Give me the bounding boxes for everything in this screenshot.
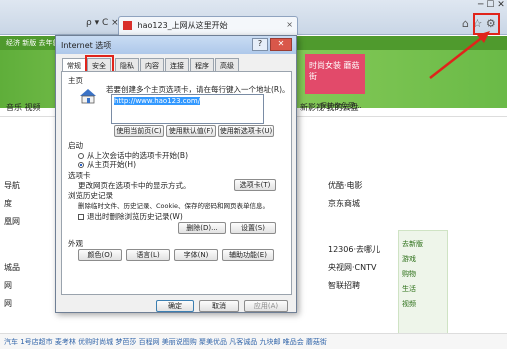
tab-title: hao123_上网从这里开始 [137, 21, 228, 30]
list-item[interactable]: 智联招聘 [328, 280, 360, 291]
window-controls[interactable]: ─ ☐ ✕ [478, 0, 505, 10]
nav-right[interactable]: 新影视 我的云盘 [300, 102, 359, 113]
radio-selected-icon [78, 162, 84, 168]
delete-on-exit-checkbox[interactable]: 退出时删除浏览历史记录(W) [78, 211, 183, 222]
history-description: 删除临时文件、历史记录、Cookie、保存的密码和网页表单信息。 [78, 202, 270, 210]
startup-opt2-label: 从主页开始(H) [87, 160, 136, 169]
cancel-button[interactable]: 取消 [199, 300, 239, 312]
side-item-life[interactable]: 生活 [402, 284, 444, 294]
tools-highlight-box [473, 13, 500, 35]
tab-privacy[interactable]: 隐私 [115, 58, 139, 71]
tab-connections[interactable]: 连接 [165, 58, 189, 71]
fonts-button[interactable]: 字体(N) [174, 249, 218, 261]
home-url-text: http://www.hao123.com/ [114, 97, 201, 105]
tab-general[interactable]: 常规 [62, 58, 86, 72]
side-item-video[interactable]: 视频 [402, 299, 444, 309]
use-current-button[interactable]: 使用当前页(C) [114, 125, 164, 137]
use-default-button[interactable]: 使用默认值(F) [166, 125, 216, 137]
nav-left[interactable]: 音乐 视频 [6, 103, 41, 112]
house-icon [80, 89, 96, 104]
list-item[interactable]: 12306·去哪儿 [328, 244, 380, 255]
list-item[interactable]: 优酷·电影 [328, 180, 363, 191]
startup-option-home[interactable]: 从主页开始(H) [78, 159, 136, 170]
tab-close-icon[interactable]: × [286, 20, 293, 29]
side-panel: 去新版 游戏 购物 生活 视频 [398, 230, 448, 349]
languages-button[interactable]: 语言(L) [126, 249, 170, 261]
history-settings-button[interactable]: 设置(S) [230, 222, 276, 234]
use-new-tab-button[interactable]: 使用新选项卡(U) [218, 125, 274, 137]
bottom-links[interactable]: 汽车 1号店超市 麦考林 优购时尚城 梦芭莎 百程网 美丽说图购 聚美优品 凡客… [0, 333, 507, 349]
internet-options-dialog: Internet 选项 ? ✕ 常规 安全 隐私 内容 连接 程序 高级 主页 … [55, 35, 297, 313]
home-section-label: 主页 [68, 76, 83, 85]
help-button[interactable]: ? [252, 38, 268, 51]
side-item-shopping[interactable]: 购物 [402, 269, 444, 279]
tab-advanced[interactable]: 高级 [215, 58, 239, 71]
side-item-new[interactable]: 去新版 [402, 239, 444, 249]
list-item[interactable]: 京东商城 [328, 198, 360, 209]
list-item[interactable]: 央视网·CNTV [328, 262, 376, 273]
tabs-settings-button[interactable]: 选项卡(T) [234, 179, 276, 191]
close-button[interactable]: ✕ [270, 38, 292, 51]
side-item-games[interactable]: 游戏 [402, 254, 444, 264]
address-bar-controls[interactable]: ρ ▾ C × [86, 18, 119, 28]
colors-button[interactable]: 颜色(O) [78, 249, 122, 261]
checkbox-icon [78, 214, 84, 220]
browser-tab[interactable]: hao123_上网从这里开始 × [118, 16, 298, 35]
appearance-section-label: 外观 [68, 239, 83, 248]
favicon-icon [123, 21, 132, 30]
history-check-label: 退出时删除浏览历史记录(W) [87, 212, 183, 221]
tab-content[interactable]: 内容 [140, 58, 164, 71]
ad-banner[interactable]: 时尚女装 蘑菇街 [305, 54, 365, 94]
home-url-textarea[interactable]: http://www.hao123.com/ [111, 94, 264, 124]
ok-button[interactable]: 确定 [156, 300, 194, 312]
accessibility-button[interactable]: 辅助功能(E) [222, 249, 274, 261]
tab-programs[interactable]: 程序 [190, 58, 214, 71]
delete-button[interactable]: 删除(D)... [178, 222, 226, 234]
apply-button[interactable]: 应用(A) [244, 300, 288, 312]
